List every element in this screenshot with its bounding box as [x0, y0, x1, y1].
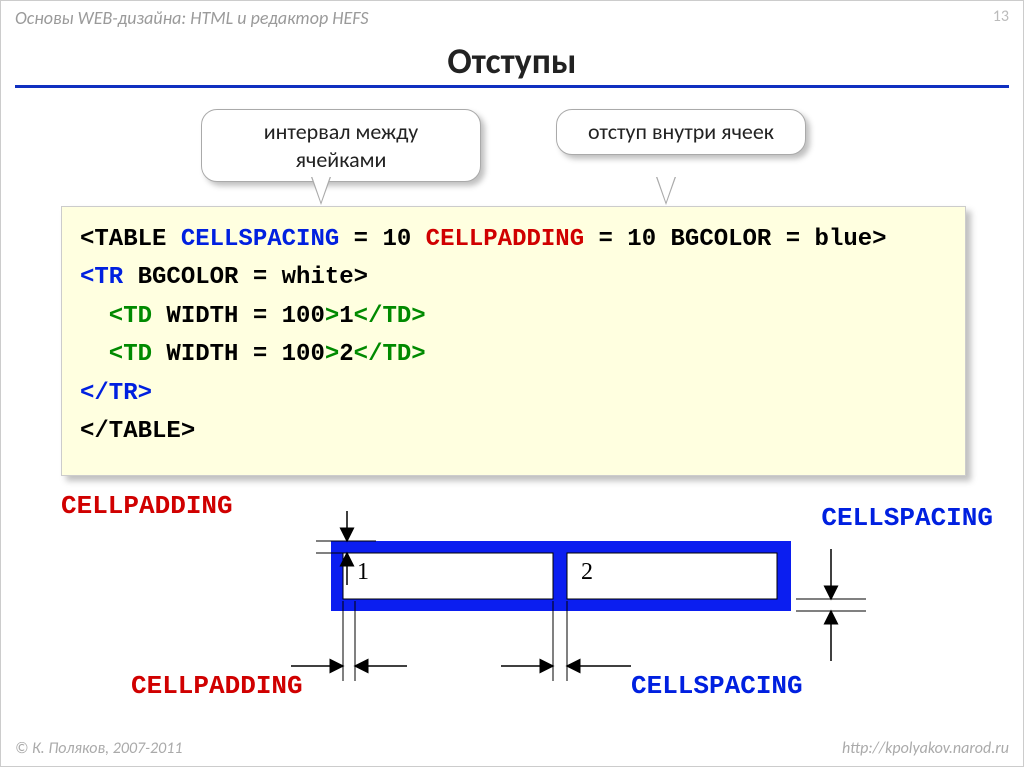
cell-2-text: 2 — [581, 559, 593, 585]
footer-url: http://kpolyakov.narod.ru — [842, 739, 1009, 758]
callout-tail-icon — [311, 177, 331, 205]
label-cellpadding-top: CELLPADDING — [61, 491, 233, 521]
course-title: Основы WEB-дизайна: HTML и редактор HEFS — [15, 7, 368, 29]
code-line-6: </TABLE> — [80, 413, 947, 451]
callout-tail-icon — [656, 177, 676, 205]
code-line-3: <TD WIDTH = 100>1</TD> — [80, 298, 947, 336]
slide-title: Отступы — [1, 39, 1023, 83]
footer-copyright: © К. Поляков, 2007-2011 — [15, 739, 183, 758]
code-example: <TABLE CELLSPACING = 10 CELLPADDING = 10… — [61, 206, 966, 476]
title-underline — [15, 85, 1009, 88]
cell-1-text: 1 — [357, 559, 369, 585]
code-line-2: <TR BGCOLOR = white> — [80, 259, 947, 297]
code-line-1: <TABLE CELLSPACING = 10 CELLPADDING = 10… — [80, 221, 947, 259]
table-diagram: 1 2 — [231, 511, 911, 711]
code-line-4: <TD WIDTH = 100>2</TD> — [80, 336, 947, 374]
code-line-5: </TR> — [80, 375, 947, 413]
page-number: 13 — [993, 7, 1009, 29]
callout-cellspacing: интервал между ячейками — [201, 109, 481, 182]
callout-cellpadding: отступ внутри ячеек — [556, 109, 806, 155]
